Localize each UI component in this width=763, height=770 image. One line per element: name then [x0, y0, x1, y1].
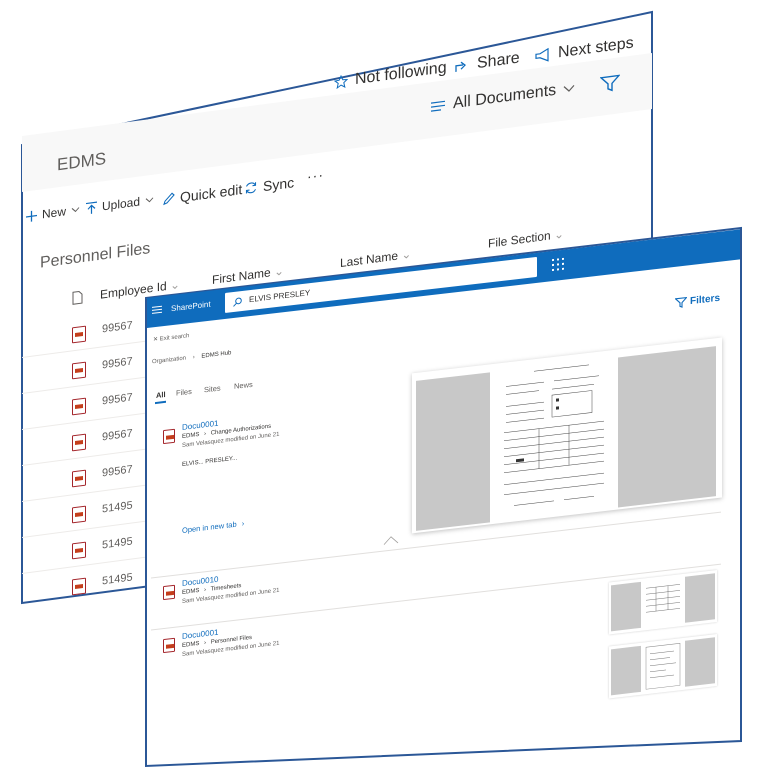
result-author: Sam Velasquez [182, 594, 224, 605]
result-thumbnail[interactable] [609, 570, 717, 635]
thumbnail-side-panel [685, 573, 715, 623]
chevron-right-icon: › [204, 640, 207, 647]
preview-side-panel [416, 372, 490, 531]
active-tab-indicator [155, 400, 166, 405]
timesheet-page-graphic [646, 584, 680, 613]
thumbnail-side-panel [611, 645, 641, 696]
tab-sites[interactable]: Sites [204, 383, 221, 394]
breadcrumb-edms-hub[interactable]: EDMS Hub [201, 350, 231, 359]
filters-button[interactable]: Filters [675, 293, 720, 309]
chevron-right-icon: › [204, 431, 207, 438]
result-author: Sam Velasquez [182, 647, 224, 658]
chevron-right-icon: › [241, 518, 245, 529]
chevron-right-icon: › [192, 354, 195, 361]
thumbnail-side-panel [611, 581, 641, 632]
tab-all[interactable]: All [156, 390, 166, 400]
tab-news[interactable]: News [234, 380, 253, 391]
filter-icon [675, 296, 687, 308]
result-site[interactable]: EDMS [182, 432, 199, 440]
result-file-icon [163, 584, 175, 601]
breadcrumb: Organization › EDMS Hub [152, 350, 231, 365]
chevron-right-icon: › [204, 587, 207, 594]
preview-side-panel [618, 346, 716, 508]
pdf-icon [163, 637, 175, 654]
personnel-page-graphic [645, 643, 681, 690]
search-query: ELVIS PRESLEY [249, 288, 311, 305]
open-in-new-tab-link[interactable]: Open in new tab › [182, 519, 244, 535]
form-page-graphic [504, 364, 604, 506]
open-in-new-tab-label: Open in new tab [182, 519, 237, 535]
waffle-icon [552, 257, 564, 272]
document-preview[interactable] [412, 337, 722, 534]
filters-label: Filters [690, 292, 721, 308]
result-site[interactable]: EDMS [182, 641, 199, 649]
result-file-icon [163, 428, 175, 445]
search-icon [233, 297, 242, 307]
result-file-icon [163, 637, 175, 654]
tab-files[interactable]: Files [176, 387, 192, 398]
menu-button[interactable] [152, 305, 162, 314]
result-author: Sam Velasquez [182, 438, 224, 449]
breadcrumb-organization[interactable]: Organization [152, 355, 186, 365]
result-thumbnail[interactable] [609, 634, 717, 699]
result-library[interactable]: Timesheets [211, 583, 242, 593]
close-icon: ✕ [153, 336, 159, 344]
exit-search-label: Exit search [159, 333, 190, 343]
result-snippet: ELVIS... PRESLEY... [182, 455, 238, 468]
hamburger-icon [152, 305, 162, 314]
preview-page [494, 353, 614, 523]
app-launcher-button[interactable] [552, 257, 564, 272]
search-window: SharePoint ELVIS PRESLEY ✕ Exit search O… [0, 0, 763, 770]
exit-search-button[interactable]: ✕ Exit search [153, 332, 189, 343]
sharepoint-brand[interactable]: SharePoint [171, 300, 211, 314]
result-site[interactable]: EDMS [182, 588, 199, 596]
chevron-up-icon [383, 536, 399, 545]
pdf-icon [163, 584, 175, 601]
thumbnail-side-panel [685, 637, 715, 687]
pdf-icon [163, 428, 175, 445]
collapse-preview-button[interactable] [383, 535, 399, 546]
